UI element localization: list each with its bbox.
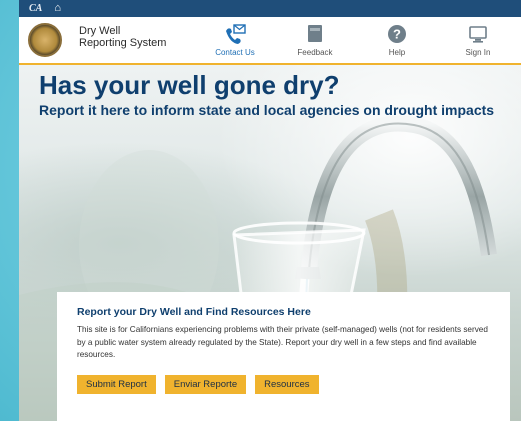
nav-contact-label: Contact Us [215, 48, 255, 57]
svg-text:?: ? [393, 27, 401, 42]
state-top-bar: CA ⌂ [19, 0, 521, 17]
hero-title: Has your well gone dry? [39, 70, 340, 100]
nav-sign-in-label: Sign In [465, 48, 491, 57]
hero-subtitle: Report it here to inform state and local… [39, 102, 495, 118]
monitor-icon [448, 23, 508, 45]
site-header: Dry Well Reporting System Contact Us Fee… [19, 17, 521, 65]
nav-contact-us[interactable]: Contact Us [205, 23, 265, 57]
home-icon[interactable]: ⌂ [54, 3, 61, 14]
report-card: Report your Dry Well and Find Resources … [57, 292, 510, 421]
nav-help[interactable]: ? Help [367, 23, 427, 57]
nav-help-label: Help [388, 48, 406, 57]
nav-sign-in[interactable]: Sign In [448, 23, 508, 57]
feedback-icon [285, 23, 345, 45]
card-description: This site is for Californians experienci… [77, 325, 488, 359]
card-title: Report your Dry Well and Find Resources … [77, 306, 311, 318]
nav-feedback[interactable]: Feedback [285, 23, 345, 57]
brand-line-1: Dry Well [79, 25, 121, 37]
card-actions: Submit Report Enviar Reporte Resources [77, 374, 490, 394]
page: CA ⌂ Dry Well Reporting System Contact U… [19, 0, 521, 421]
site-brand[interactable]: Dry Well Reporting System [79, 25, 166, 49]
state-seal-logo[interactable] [28, 23, 62, 57]
help-icon: ? [367, 23, 427, 45]
ca-gov-logo[interactable]: CA [29, 3, 42, 14]
nav-feedback-label: Feedback [297, 48, 333, 57]
brand-line-2: Reporting System [79, 37, 167, 49]
submit-report-button[interactable]: Submit Report [77, 374, 156, 394]
resources-button[interactable]: Resources [255, 374, 319, 394]
mail-phone-icon [205, 23, 265, 45]
enviar-reporte-button[interactable]: Enviar Reporte [164, 374, 247, 394]
